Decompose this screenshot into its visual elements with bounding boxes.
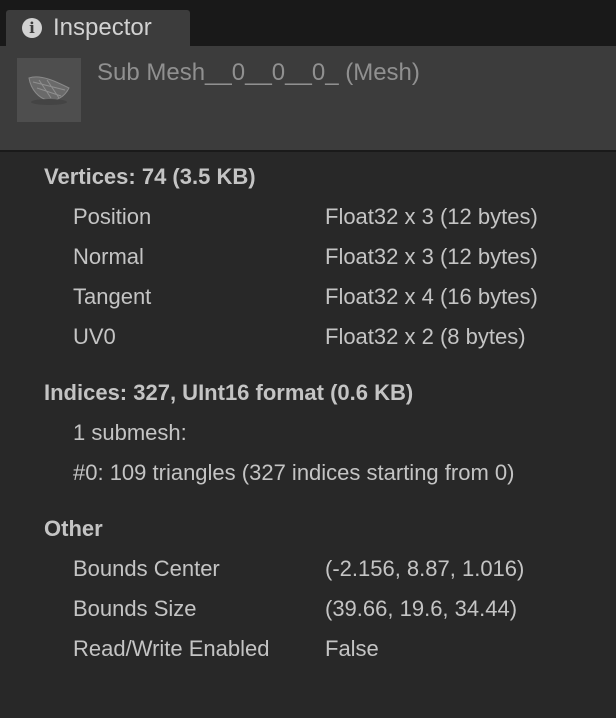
vertex-attribute-value: Float32 x 2 (8 bytes) <box>325 324 526 349</box>
indices-line: #0: 109 triangles (327 indices starting … <box>73 460 515 485</box>
mesh-preview-icon <box>28 76 70 105</box>
vertex-attribute-value: Float32 x 3 (12 bytes) <box>325 204 538 229</box>
other-property-value: (39.66, 19.6, 34.44) <box>325 596 518 621</box>
mesh-preview-thumbnail <box>17 58 81 122</box>
vertex-attribute-label: Normal <box>73 244 144 269</box>
tab-bar: i Inspector <box>0 0 616 46</box>
tab-label: Inspector <box>53 14 152 41</box>
other-property-label: Bounds Center <box>73 556 220 581</box>
other-property-label: Bounds Size <box>73 596 197 621</box>
vertices-title: Vertices: 74 (3.5 KB) <box>44 164 256 189</box>
other-property-label: Read/Write Enabled <box>73 636 270 661</box>
other-property-value: False <box>325 636 379 661</box>
other-title: Other <box>44 516 103 541</box>
inspector-header: Sub Mesh__0__0__0_ (Mesh) <box>0 46 616 152</box>
other-property-value: (-2.156, 8.87, 1.016) <box>325 556 525 581</box>
vertex-attribute-label: Position <box>73 204 152 229</box>
indices-title: Indices: 327, UInt16 format (0.6 KB) <box>44 380 414 405</box>
asset-title: Sub Mesh__0__0__0_ (Mesh) <box>97 59 420 86</box>
vertex-attribute-value: Float32 x 4 (16 bytes) <box>325 284 538 309</box>
info-icon: i <box>22 18 42 38</box>
tab-inspector[interactable]: i Inspector <box>6 10 190 46</box>
inspector-window: i Inspector Sub Mesh__0__0__0_ (Mesh) Ve… <box>0 0 616 718</box>
vertex-attribute-value: Float32 x 3 (12 bytes) <box>325 244 538 269</box>
vertex-attribute-label: Tangent <box>73 284 152 309</box>
mesh-info-panel: Vertices: 74 (3.5 KB) Position Float32 x… <box>0 152 616 718</box>
indices-line: 1 submesh: <box>73 420 187 445</box>
vertex-attribute-label: UV0 <box>73 324 116 349</box>
